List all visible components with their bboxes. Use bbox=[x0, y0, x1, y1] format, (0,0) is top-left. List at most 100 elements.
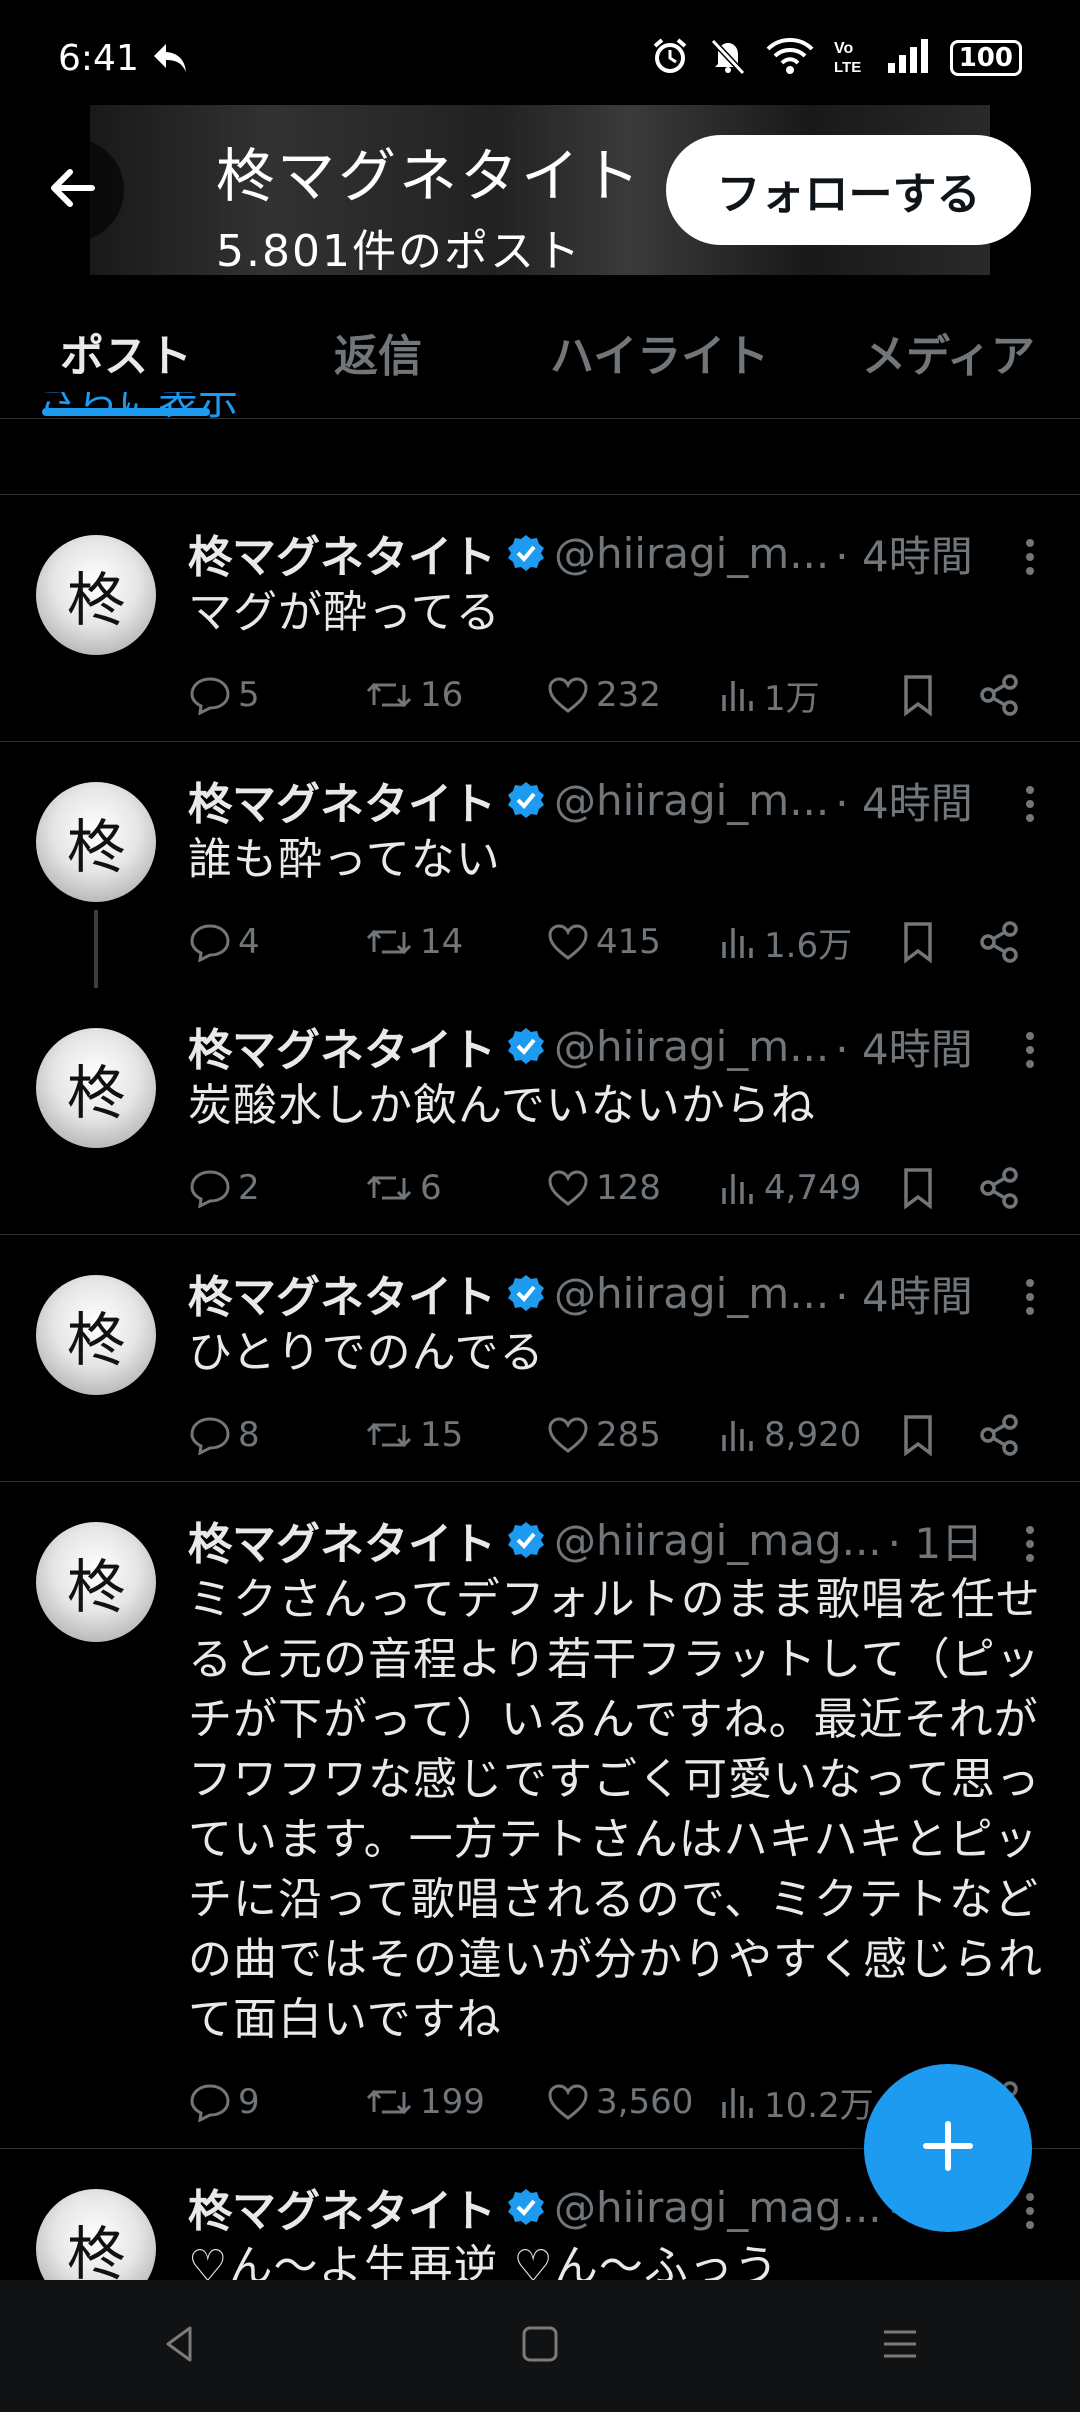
thread-connector bbox=[94, 910, 98, 988]
bookmark-button[interactable] bbox=[898, 920, 944, 964]
bookmark-button[interactable] bbox=[898, 1413, 944, 1457]
views-icon bbox=[722, 2088, 753, 2118]
timeline: 柊 柊マグネタイト @hiiragi_m... · 4時間 マグが酔ってる 5 … bbox=[0, 494, 1080, 2280]
nav-back-icon[interactable] bbox=[158, 2322, 202, 2370]
views-button[interactable]: 1.6万 bbox=[718, 918, 852, 967]
share-button[interactable] bbox=[978, 1166, 1028, 1210]
back-arrow-icon bbox=[44, 160, 100, 220]
post-time: · 1日 bbox=[887, 1518, 984, 1568]
post[interactable]: 柊 柊マグネタイト @hiiragi_m... · 4時間 マグが酔ってる 5 … bbox=[0, 494, 1080, 741]
more-options-icon[interactable] bbox=[1020, 1522, 1040, 1570]
avatar[interactable]: 柊 bbox=[36, 782, 156, 902]
reply-button[interactable]: 5 bbox=[188, 675, 260, 715]
tab-media[interactable]: メディア bbox=[862, 320, 1035, 384]
compose-button[interactable] bbox=[864, 2064, 1032, 2232]
author-name: 柊マグネタイト bbox=[188, 779, 496, 830]
repost-icon bbox=[366, 1175, 412, 1201]
tab-highlights[interactable]: ハイライト bbox=[550, 320, 769, 384]
avatar[interactable]: 柊 bbox=[36, 2189, 156, 2280]
svg-text:LTE: LTE bbox=[834, 59, 861, 76]
verified-badge-icon bbox=[506, 1273, 546, 1313]
reply-arrow-icon bbox=[150, 40, 190, 80]
verified-badge-icon bbox=[506, 1520, 546, 1560]
avatar[interactable]: 柊 bbox=[36, 535, 156, 655]
views-button[interactable]: 10.2万 bbox=[718, 2078, 874, 2127]
follow-button[interactable]: フォローする bbox=[666, 135, 1031, 245]
share-icon bbox=[980, 1167, 1018, 1209]
show-more-link[interactable]: さらに表示 bbox=[38, 392, 238, 436]
views-icon bbox=[722, 681, 753, 711]
post-time: · 4時間 bbox=[835, 778, 973, 828]
post-text: マグが酔ってる bbox=[188, 587, 501, 638]
avatar[interactable]: 柊 bbox=[36, 1028, 156, 1148]
views-button[interactable]: 8,920 bbox=[718, 1415, 861, 1455]
tab-replies[interactable]: 返信 bbox=[334, 320, 422, 384]
share-button[interactable] bbox=[978, 1413, 1028, 1457]
back-button[interactable] bbox=[20, 138, 124, 242]
post[interactable]: 柊 柊マグネタイト @hiiragi_m... · 4時間 炭酸水しか飲んでいな… bbox=[0, 988, 1080, 1234]
verified-badge-icon bbox=[506, 780, 546, 820]
reply-button[interactable]: 9 bbox=[188, 2082, 260, 2122]
post-time: · 4時間 bbox=[835, 1271, 973, 1321]
repost-button[interactable]: 15 bbox=[364, 1415, 463, 1455]
like-button[interactable]: 285 bbox=[546, 1415, 661, 1455]
repost-button[interactable]: 199 bbox=[364, 2082, 485, 2122]
views-button[interactable]: 4,749 bbox=[718, 1168, 861, 1208]
more-options-icon[interactable] bbox=[1020, 535, 1040, 583]
reply-icon bbox=[190, 2084, 230, 2122]
author-name: 柊マグネタイト bbox=[188, 1025, 496, 1076]
share-button[interactable] bbox=[978, 673, 1028, 717]
more-options-icon[interactable] bbox=[1020, 2189, 1040, 2237]
post[interactable]: 柊 柊マグネタイト @hiiragi_mag... · 1日 ミクさんってデフォ… bbox=[0, 1481, 1080, 2148]
post-text: 誰も酔ってない bbox=[188, 834, 501, 885]
heart-icon bbox=[548, 1417, 588, 1453]
clock: 6:41 bbox=[58, 38, 139, 79]
reply-button[interactable]: 4 bbox=[188, 922, 260, 962]
author-name: 柊マグネタイト bbox=[188, 2186, 496, 2237]
like-button[interactable]: 415 bbox=[546, 922, 661, 962]
like-button[interactable]: 128 bbox=[546, 1168, 661, 1208]
reply-icon bbox=[190, 1417, 230, 1455]
more-options-icon[interactable] bbox=[1020, 1028, 1040, 1076]
battery-indicator: 100 bbox=[949, 40, 1022, 76]
reply-button[interactable]: 2 bbox=[188, 1168, 260, 1208]
share-icon bbox=[980, 1414, 1018, 1456]
post-text: ひとりでのんでる bbox=[188, 1327, 545, 1378]
avatar[interactable]: 柊 bbox=[36, 1522, 156, 1642]
like-button[interactable]: 3,560 bbox=[546, 2082, 693, 2122]
repost-icon bbox=[366, 929, 412, 955]
author-handle: @hiiragi_m... bbox=[554, 1268, 830, 1318]
volte-icon: Vo LTE bbox=[832, 36, 868, 80]
share-button[interactable] bbox=[978, 920, 1028, 964]
reply-icon bbox=[190, 1170, 230, 1208]
more-options-icon[interactable] bbox=[1020, 782, 1040, 830]
share-icon bbox=[980, 921, 1018, 963]
bookmark-button[interactable] bbox=[898, 673, 944, 717]
nav-recents-icon[interactable] bbox=[878, 2322, 922, 2370]
views-button[interactable]: 1万 bbox=[718, 671, 820, 720]
author-name: 柊マグネタイト bbox=[188, 1519, 496, 1570]
reply-icon bbox=[190, 924, 230, 962]
plus-icon bbox=[918, 2116, 978, 2180]
bookmark-icon bbox=[904, 1415, 932, 1457]
reply-icon bbox=[190, 677, 230, 715]
alarm-icon bbox=[650, 36, 690, 80]
repost-button[interactable]: 14 bbox=[364, 922, 463, 962]
like-button[interactable]: 232 bbox=[546, 675, 661, 715]
avatar[interactable]: 柊 bbox=[36, 1275, 156, 1395]
author-name: 柊マグネタイト bbox=[188, 532, 496, 583]
post[interactable]: 柊 柊マグネタイト @hiiragi_m... · 4時間 ひとりでのんでる 8… bbox=[0, 1234, 1080, 1481]
author-handle: @hiiragi_m... bbox=[554, 1021, 830, 1071]
more-options-icon[interactable] bbox=[1020, 1275, 1040, 1323]
repost-button[interactable]: 6 bbox=[364, 1168, 442, 1208]
repost-button[interactable]: 16 bbox=[364, 675, 463, 715]
nav-home-icon[interactable] bbox=[518, 2322, 562, 2370]
bookmark-icon bbox=[904, 1168, 932, 1210]
heart-icon bbox=[548, 1170, 588, 1206]
tab-posts[interactable]: ポスト bbox=[60, 320, 192, 384]
reply-button[interactable]: 8 bbox=[188, 1415, 260, 1455]
status-bar: 6:41 Vo LTE 100 bbox=[0, 0, 1080, 120]
repost-icon bbox=[366, 682, 412, 708]
bookmark-button[interactable] bbox=[898, 1166, 944, 1210]
post[interactable]: 柊 柊マグネタイト @hiiragi_m... · 4時間 誰も酔ってない 4 … bbox=[0, 741, 1080, 988]
